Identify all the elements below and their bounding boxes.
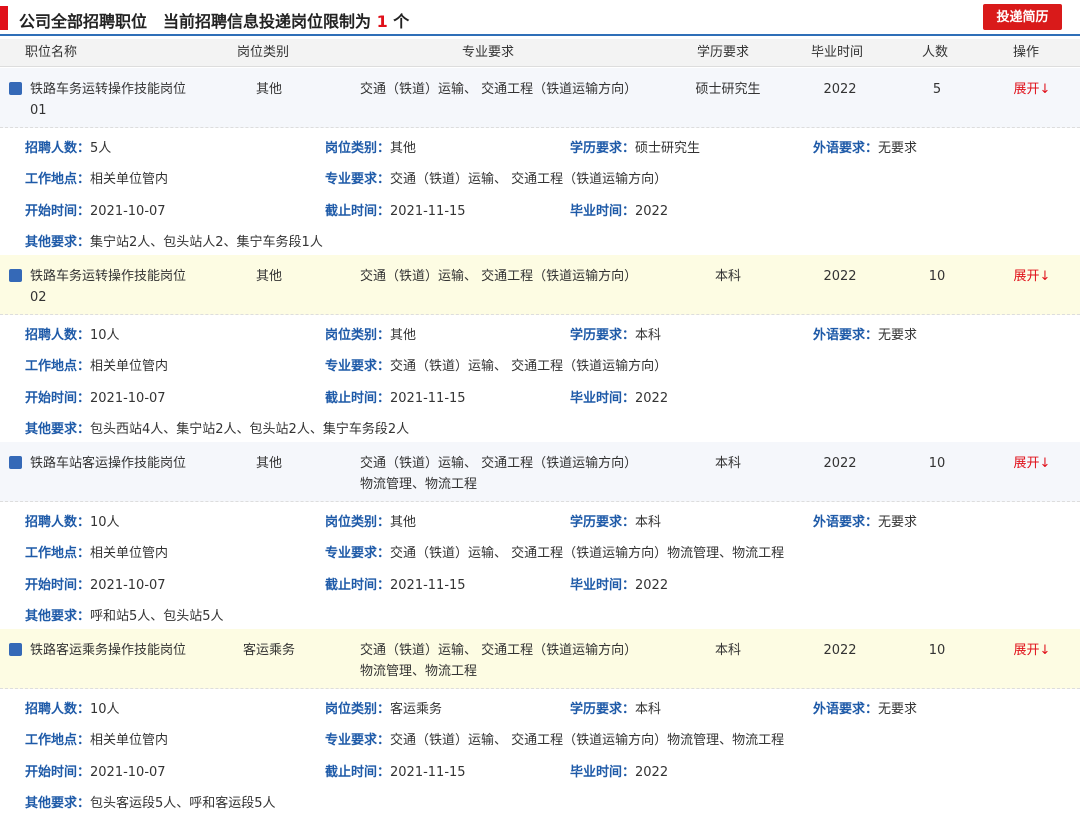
job-grad: 2022	[823, 82, 857, 97]
job-major: 交通（铁道）运输、 交通工程（铁道运输方向）	[360, 269, 638, 284]
detail-other: 其他要求：呼和站5人、包头站5人	[25, 609, 224, 624]
detail-lang: 外语要求：无要求	[813, 702, 918, 717]
job-num: 10	[928, 269, 946, 284]
col-num: 人数	[922, 45, 949, 60]
detail-lang: 外语要求：无要求	[813, 515, 918, 530]
page-title: 公司全部招聘职位 当前招聘信息投递岗位限制为 1 个	[19, 8, 409, 32]
detail-edu: 学历要求：本科	[570, 702, 662, 717]
job-marker-icon	[9, 456, 22, 469]
job-row[interactable]: 铁路车务运转操作技能岗位01 其他 交通（铁道）运输、 交通工程（铁道运输方向）…	[0, 68, 1080, 128]
job-edu: 本科	[714, 456, 741, 471]
job-edu: 本科	[714, 643, 741, 658]
detail-location: 工作地点：相关单位管内	[25, 546, 169, 561]
job-title: 铁路车务运转操作技能岗位02	[30, 269, 187, 305]
job-title: 铁路车务运转操作技能岗位01	[30, 82, 187, 118]
detail-major: 专业要求：交通（铁道）运输、 交通工程（铁道运输方向）	[325, 359, 668, 374]
detail-grad: 毕业时间：2022	[570, 765, 669, 780]
job-title: 铁路车站客运操作技能岗位	[30, 456, 187, 471]
job-edu: 硕士研究生	[695, 82, 761, 97]
job-type: 其他	[255, 82, 282, 97]
job-marker-icon	[9, 643, 22, 656]
detail-location: 工作地点：相关单位管内	[25, 359, 169, 374]
header-accent-bar	[0, 6, 8, 30]
job-detail: 招聘人数：5人 岗位类别：其他 学历要求：硕士研究生 外语要求：无要求 工作地点…	[0, 129, 1080, 256]
expand-link[interactable]: 展开↓	[1004, 453, 1060, 474]
title-suffix: 个	[387, 12, 410, 31]
detail-end: 截止时间：2021-11-15	[325, 578, 466, 593]
detail-grad: 毕业时间：2022	[570, 391, 669, 406]
job-grad: 2022	[823, 456, 857, 471]
job-num: 5	[932, 82, 942, 97]
job-edu: 本科	[714, 269, 741, 284]
col-type: 岗位类别	[237, 45, 290, 60]
detail-lang: 外语要求：无要求	[813, 328, 918, 343]
job-major: 交通（铁道）运输、 交通工程（铁道运输方向）	[360, 82, 638, 97]
detail-major: 专业要求：交通（铁道）运输、 交通工程（铁道运输方向）物流管理、物流工程	[325, 733, 785, 748]
limit-count: 1	[376, 12, 388, 31]
detail-other: 其他要求：包头西站4人、集宁站2人、包头站2人、集宁车务段2人	[25, 422, 410, 437]
detail-end: 截止时间：2021-11-15	[325, 204, 466, 219]
job-type: 其他	[255, 456, 282, 471]
col-grad: 毕业时间	[811, 45, 864, 60]
expand-link[interactable]: 展开↓	[1004, 79, 1060, 100]
detail-end: 截止时间：2021-11-15	[325, 765, 466, 780]
expand-link[interactable]: 展开↓	[1004, 266, 1060, 287]
detail-start: 开始时间：2021-10-07	[25, 578, 166, 593]
detail-lang: 外语要求：无要求	[813, 141, 918, 156]
job-row[interactable]: 铁路车站客运操作技能岗位 其他 交通（铁道）运输、 交通工程（铁道运输方向）物流…	[0, 442, 1080, 502]
page-header: 公司全部招聘职位 当前招聘信息投递岗位限制为 1 个 投递简历	[0, 0, 1080, 36]
job-grad: 2022	[823, 643, 857, 658]
detail-edu: 学历要求：本科	[570, 515, 662, 530]
job-type: 客运乘务	[242, 643, 295, 658]
job-major: 交通（铁道）运输、 交通工程（铁道运输方向）物流管理、物流工程	[360, 456, 638, 492]
col-edu: 学历要求	[697, 45, 750, 60]
detail-count: 招聘人数：5人	[25, 141, 112, 156]
detail-other: 其他要求：集宁站2人、包头站人2、集宁车务段1人	[25, 235, 323, 250]
detail-start: 开始时间：2021-10-07	[25, 765, 166, 780]
job-num: 10	[928, 456, 946, 471]
detail-other: 其他要求：包头客运段5人、呼和客运段5人	[25, 796, 276, 811]
detail-count: 招聘人数：10人	[25, 702, 120, 717]
detail-edu: 学历要求：本科	[570, 328, 662, 343]
col-name: 职位名称	[25, 45, 78, 60]
col-major: 专业要求	[462, 45, 515, 60]
detail-major: 专业要求：交通（铁道）运输、 交通工程（铁道运输方向）	[325, 172, 668, 187]
job-type: 其他	[255, 269, 282, 284]
detail-grad: 毕业时间：2022	[570, 204, 669, 219]
job-detail: 招聘人数：10人 岗位类别：其他 学历要求：本科 外语要求：无要求 工作地点：相…	[0, 503, 1080, 630]
detail-end: 截止时间：2021-11-15	[325, 391, 466, 406]
detail-count: 招聘人数：10人	[25, 328, 120, 343]
detail-location: 工作地点：相关单位管内	[25, 172, 169, 187]
job-num: 10	[928, 643, 946, 658]
detail-major: 专业要求：交通（铁道）运输、 交通工程（铁道运输方向）物流管理、物流工程	[325, 546, 785, 561]
job-title: 铁路客运乘务操作技能岗位	[30, 643, 187, 658]
detail-edu: 学历要求：硕士研究生	[570, 141, 701, 156]
submit-resume-button[interactable]: 投递简历	[983, 4, 1062, 30]
detail-type: 岗位类别：其他	[325, 515, 417, 530]
job-row[interactable]: 铁路客运乘务操作技能岗位 客运乘务 交通（铁道）运输、 交通工程（铁道运输方向）…	[0, 629, 1080, 689]
col-op: 操作	[1013, 45, 1040, 60]
detail-start: 开始时间：2021-10-07	[25, 391, 166, 406]
detail-type: 岗位类别：客运乘务	[325, 702, 443, 717]
detail-start: 开始时间：2021-10-07	[25, 204, 166, 219]
job-marker-icon	[9, 269, 22, 282]
job-major: 交通（铁道）运输、 交通工程（铁道运输方向）物流管理、物流工程	[360, 643, 638, 679]
job-row[interactable]: 铁路车务运转操作技能岗位02 其他 交通（铁道）运输、 交通工程（铁道运输方向）…	[0, 255, 1080, 315]
job-detail: 招聘人数：10人 岗位类别：其他 学历要求：本科 外语要求：无要求 工作地点：相…	[0, 316, 1080, 443]
job-detail: 招聘人数：10人 岗位类别：客运乘务 学历要求：本科 外语要求：无要求 工作地点…	[0, 690, 1080, 817]
detail-type: 岗位类别：其他	[325, 141, 417, 156]
expand-link[interactable]: 展开↓	[1004, 640, 1060, 661]
detail-grad: 毕业时间：2022	[570, 578, 669, 593]
detail-type: 岗位类别：其他	[325, 328, 417, 343]
job-marker-icon	[9, 82, 22, 95]
detail-location: 工作地点：相关单位管内	[25, 733, 169, 748]
title-prefix: 公司全部招聘职位 当前招聘信息投递岗位限制为	[19, 12, 377, 31]
job-grad: 2022	[823, 269, 857, 284]
table-header: 职位名称 岗位类别 专业要求 学历要求 毕业时间 人数 操作	[0, 39, 1080, 67]
detail-count: 招聘人数：10人	[25, 515, 120, 530]
